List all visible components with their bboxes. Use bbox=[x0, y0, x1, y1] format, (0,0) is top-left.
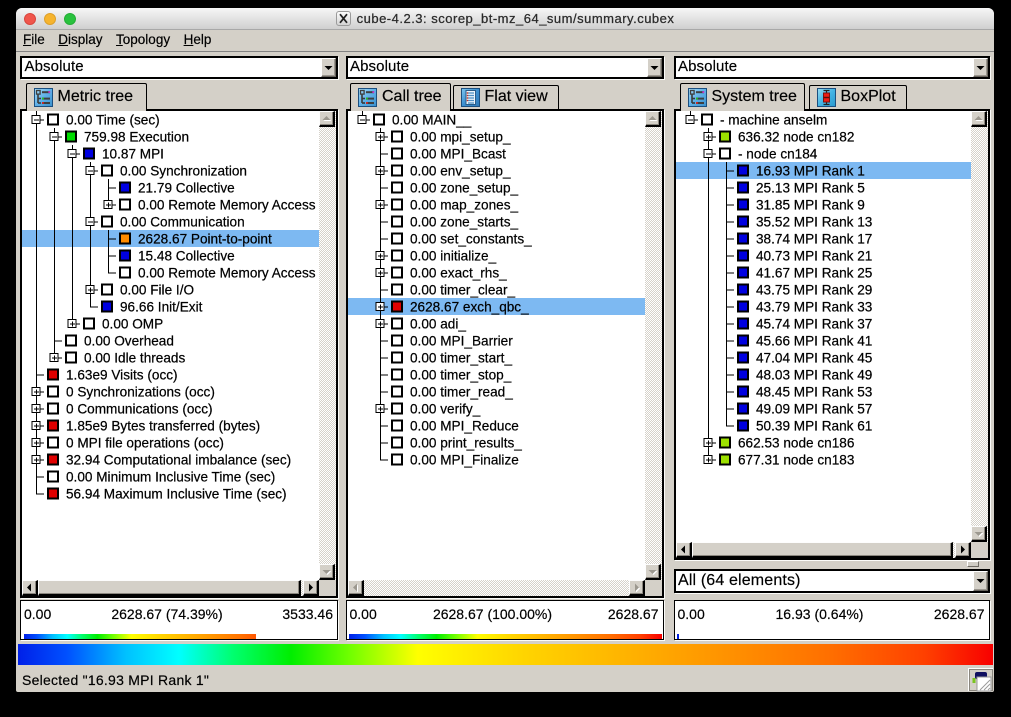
svg-text:0.00 verify_: 0.00 verify_ bbox=[410, 401, 481, 416]
svg-text:636.32 node cn182: 636.32 node cn182 bbox=[738, 129, 854, 144]
svg-text:0.00 timer_read_: 0.00 timer_read_ bbox=[410, 384, 513, 399]
svg-text:0.00 mpi_setup_: 0.00 mpi_setup_ bbox=[410, 129, 511, 144]
svg-text:- node cn184: - node cn184 bbox=[738, 146, 818, 161]
svg-text:759.98 Execution: 759.98 Execution bbox=[84, 129, 189, 144]
svg-text:0.00 Idle threads: 0.00 Idle threads bbox=[84, 350, 185, 365]
svg-text:0.00 timer_clear_: 0.00 timer_clear_ bbox=[410, 282, 515, 297]
svg-text:0.00 Remote Memory Access: 0.00 Remote Memory Access bbox=[138, 197, 316, 212]
svg-text:32.94 Computational imbalance: 32.94 Computational imbalance (sec) bbox=[66, 452, 291, 467]
svg-text:50.39 MPI Rank 61: 50.39 MPI Rank 61 bbox=[756, 418, 872, 433]
svg-text:0.00 File I/O: 0.00 File I/O bbox=[120, 282, 194, 297]
svg-text:0.00 zone_starts_: 0.00 zone_starts_ bbox=[410, 214, 519, 229]
svg-text:25.13 MPI Rank 5: 25.13 MPI Rank 5 bbox=[756, 180, 865, 195]
svg-text:0.00 MPI_Barrier: 0.00 MPI_Barrier bbox=[410, 333, 513, 348]
svg-text:0.00 timer_stop_: 0.00 timer_stop_ bbox=[410, 367, 512, 382]
svg-text:0.00 Remote Memory Access: 0.00 Remote Memory Access bbox=[138, 265, 316, 280]
svg-text:0.00 Overhead: 0.00 Overhead bbox=[84, 333, 174, 348]
svg-text:0.00 MPI_Reduce: 0.00 MPI_Reduce bbox=[410, 418, 519, 433]
svg-text:0.00 Communication: 0.00 Communication bbox=[120, 214, 245, 229]
svg-text:38.74 MPI Rank 17: 38.74 MPI Rank 17 bbox=[756, 231, 872, 246]
svg-text:1.63e9 Visits (occ): 1.63e9 Visits (occ) bbox=[66, 367, 178, 382]
svg-text:43.79 MPI Rank 33: 43.79 MPI Rank 33 bbox=[756, 299, 872, 314]
svg-text:40.73 MPI Rank 21: 40.73 MPI Rank 21 bbox=[756, 248, 872, 263]
svg-text:0.00 OMP: 0.00 OMP bbox=[102, 316, 163, 331]
svg-text:0 Communications (occ): 0 Communications (occ) bbox=[66, 401, 213, 416]
svg-text:48.45 MPI Rank 53: 48.45 MPI Rank 53 bbox=[756, 384, 872, 399]
svg-text:49.09 MPI Rank 57: 49.09 MPI Rank 57 bbox=[756, 401, 872, 416]
svg-text:662.53 node cn186: 662.53 node cn186 bbox=[738, 435, 854, 450]
svg-text:21.79 Collective: 21.79 Collective bbox=[138, 180, 235, 195]
svg-text:2628.67 Point-to-point: 2628.67 Point-to-point bbox=[138, 231, 272, 246]
svg-text:0.00 env_setup_: 0.00 env_setup_ bbox=[410, 163, 511, 178]
svg-text:35.52 MPI Rank 13: 35.52 MPI Rank 13 bbox=[756, 214, 872, 229]
svg-text:15.48 Collective: 15.48 Collective bbox=[138, 248, 235, 263]
svg-text:1.85e9 Bytes transferred (byte: 1.85e9 Bytes transferred (bytes) bbox=[66, 418, 260, 433]
svg-text:0.00 Minimum Inclusive Time (s: 0.00 Minimum Inclusive Time (sec) bbox=[66, 469, 275, 484]
svg-text:56.94 Maximum Inclusive Time (: 56.94 Maximum Inclusive Time (sec) bbox=[66, 486, 287, 501]
svg-text:96.66 Init/Exit: 96.66 Init/Exit bbox=[120, 299, 203, 314]
svg-text:2628.67 exch_qbc_: 2628.67 exch_qbc_ bbox=[410, 299, 529, 314]
svg-text:0.00 set_constants_: 0.00 set_constants_ bbox=[410, 231, 532, 246]
svg-text:677.31 node cn183: 677.31 node cn183 bbox=[738, 452, 854, 467]
svg-text:0.00 adi_: 0.00 adi_ bbox=[410, 316, 466, 331]
svg-text:0.00 Time (sec): 0.00 Time (sec) bbox=[66, 112, 160, 127]
svg-text:0.00 Synchronization: 0.00 Synchronization bbox=[120, 163, 247, 178]
svg-text:0 MPI file operations (occ): 0 MPI file operations (occ) bbox=[66, 435, 224, 450]
svg-text:0.00 map_zones_: 0.00 map_zones_ bbox=[410, 197, 519, 212]
svg-text:41.67 MPI Rank 25: 41.67 MPI Rank 25 bbox=[756, 265, 872, 280]
svg-text:0.00 exact_rhs_: 0.00 exact_rhs_ bbox=[410, 265, 507, 280]
svg-text:0 Synchronizations (occ): 0 Synchronizations (occ) bbox=[66, 384, 215, 399]
svg-text:45.74 MPI Rank 37: 45.74 MPI Rank 37 bbox=[756, 316, 872, 331]
svg-text:48.03 MPI Rank 49: 48.03 MPI Rank 49 bbox=[756, 367, 872, 382]
svg-text:0.00 initialize_: 0.00 initialize_ bbox=[410, 248, 497, 263]
svg-text:47.04 MPI Rank 45: 47.04 MPI Rank 45 bbox=[756, 350, 872, 365]
svg-text:43.75 MPI Rank 29: 43.75 MPI Rank 29 bbox=[756, 282, 872, 297]
svg-text:- machine anselm: - machine anselm bbox=[720, 112, 827, 127]
svg-text:31.85 MPI Rank 9: 31.85 MPI Rank 9 bbox=[756, 197, 865, 212]
svg-text:0.00 timer_start_: 0.00 timer_start_ bbox=[410, 350, 512, 365]
svg-text:10.87 MPI: 10.87 MPI bbox=[102, 146, 164, 161]
svg-text:0.00 MPI_Bcast: 0.00 MPI_Bcast bbox=[410, 146, 506, 161]
svg-text:0.00 print_results_: 0.00 print_results_ bbox=[410, 435, 522, 450]
svg-text:0.00 MPI_Finalize: 0.00 MPI_Finalize bbox=[410, 452, 519, 467]
svg-text:16.93 MPI Rank 1: 16.93 MPI Rank 1 bbox=[756, 163, 865, 178]
svg-text:0.00 zone_setup_: 0.00 zone_setup_ bbox=[410, 180, 519, 195]
svg-text:45.66 MPI Rank 41: 45.66 MPI Rank 41 bbox=[756, 333, 872, 348]
svg-text:0.00 MAIN__: 0.00 MAIN__ bbox=[392, 112, 472, 127]
